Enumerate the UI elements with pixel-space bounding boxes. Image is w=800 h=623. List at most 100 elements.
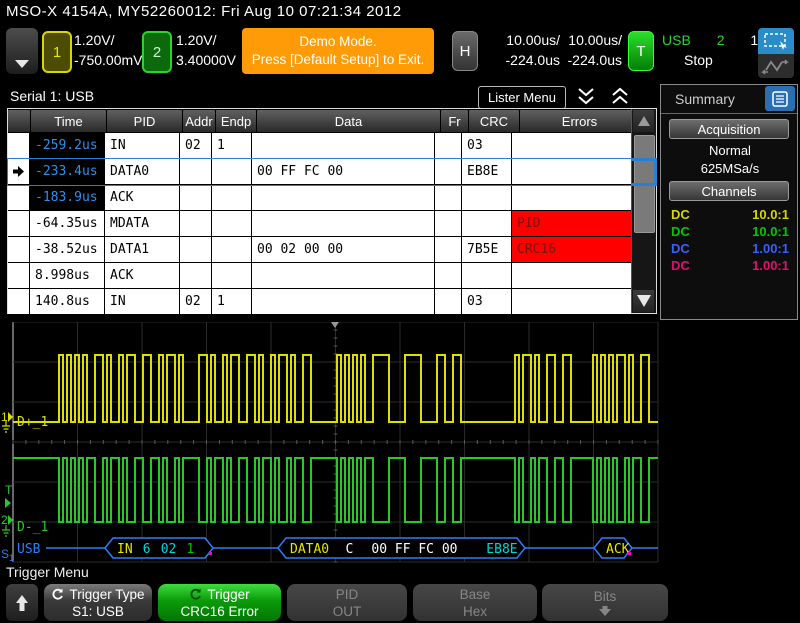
channel-2-reference-arrow xyxy=(8,515,13,525)
up-arrow-icon xyxy=(14,593,30,613)
softkey-label: PID xyxy=(336,586,359,603)
serial-marker: S1 xyxy=(1,547,14,563)
bubble-error-dot xyxy=(209,552,212,555)
bubble-field: C xyxy=(346,542,354,557)
lister-scrollbar[interactable] xyxy=(631,109,656,313)
row-marker-cell xyxy=(8,133,30,159)
trigger-arrow-icon xyxy=(5,498,11,508)
channel-1-readout: 1.20V/ -750.00mV xyxy=(74,30,142,70)
softkey-value: CRC16 Error xyxy=(180,603,258,620)
summary-tab-label: Summary xyxy=(675,91,735,107)
channel-coupling: DC xyxy=(671,224,690,241)
table-cell xyxy=(435,211,462,237)
trigger-level-marker: T xyxy=(5,483,13,497)
softkey-pid[interactable]: PID OUT xyxy=(287,584,407,621)
pan-zoom-button[interactable] xyxy=(758,54,794,78)
column-header: Endp xyxy=(216,110,256,132)
table-row[interactable]: -259.2usIN02103 xyxy=(8,133,656,159)
scrollbar-up-button[interactable] xyxy=(633,110,654,132)
table-cell: 140.8us xyxy=(30,289,105,315)
selection-rectangle-icon xyxy=(758,28,794,54)
softkey-label: Trigger xyxy=(207,586,249,603)
table-cell xyxy=(212,237,252,263)
bubble-field: 00 FF FC 00 xyxy=(371,542,457,557)
summary-tab[interactable]: Summary xyxy=(661,85,797,114)
table-cell: EB8E xyxy=(462,159,512,185)
table-cell xyxy=(512,289,631,315)
table-cell: ACK xyxy=(105,185,180,211)
column-header xyxy=(8,110,30,132)
main-menu-button[interactable] xyxy=(6,28,38,74)
run-state: Stop xyxy=(684,50,713,70)
softkey-menu-title: Trigger Menu xyxy=(6,564,89,580)
acquisition-mode: Normal xyxy=(661,143,799,158)
table-cell xyxy=(252,289,435,315)
column-header: Errors xyxy=(520,110,639,132)
table-cell: 00 FF FC 00 xyxy=(252,159,435,185)
table-row[interactable]: -64.35usMDATAPID xyxy=(8,211,656,237)
menu-up-button[interactable] xyxy=(6,584,38,621)
trigger-label: T xyxy=(636,43,645,60)
column-header: Data xyxy=(257,110,440,132)
demo-banner-line2: Press [Default Setup] to Exit. xyxy=(252,51,425,69)
lister-menu-button[interactable]: Lister Menu xyxy=(478,86,566,109)
table-cell xyxy=(180,211,212,237)
table-row[interactable]: -183.9usACK xyxy=(8,185,656,211)
timebase-scale-2: 10.00us/ xyxy=(566,30,622,50)
softkey-trigger-type[interactable]: Trigger Type S1: USB xyxy=(44,584,152,621)
softkey-base[interactable]: Base Hex xyxy=(413,584,537,621)
serial-bus-label: USB xyxy=(17,542,41,557)
horizontal-button[interactable]: H xyxy=(452,31,478,71)
table-row[interactable]: -233.4usDATA000 FF FC 00EB8E xyxy=(8,159,656,185)
timebase-scale: 10.00us/ xyxy=(484,30,560,50)
channel-probe-ratio: 1.00:1 xyxy=(752,241,789,258)
list-icon xyxy=(771,90,789,108)
table-cell xyxy=(435,289,462,315)
table-cell xyxy=(435,237,462,263)
trigger-button[interactable]: T xyxy=(628,31,654,71)
channel-1-button[interactable]: 1 xyxy=(42,31,72,73)
softkey-bits[interactable]: Bits xyxy=(542,584,668,621)
bubble-field: 6 xyxy=(143,542,151,557)
table-cell: MDATA xyxy=(105,211,180,237)
table-cell xyxy=(435,185,462,211)
channel-2-wave-label: D-_1 xyxy=(17,520,48,535)
table-cell xyxy=(462,263,512,289)
table-cell xyxy=(212,185,252,211)
channel-2-offset: 3.40000V xyxy=(176,50,236,70)
table-cell xyxy=(180,185,212,211)
current-row-arrow-icon xyxy=(8,159,30,185)
table-row[interactable]: 140.8usIN02103 xyxy=(8,289,656,315)
down-arrow-icon xyxy=(636,294,652,308)
softkey-trigger[interactable]: Trigger CRC16 Error xyxy=(158,584,281,621)
oscilloscope-screen: MSO-X 4154A, MY52260012: Fri Aug 10 07:2… xyxy=(0,0,800,623)
channel-2-button[interactable]: 2 xyxy=(142,31,172,73)
column-header: PID xyxy=(107,110,182,132)
waveform-plot[interactable]: D+_1D-_1USB1T2S1IN6021DATA0C00 FF FC 00E… xyxy=(0,322,660,563)
scrollbar-down-button[interactable] xyxy=(633,290,654,312)
timebase-delay-2: -224.0us xyxy=(566,50,622,70)
table-cell xyxy=(180,263,212,289)
table-cell xyxy=(512,159,631,185)
scroll-up-double-chevron[interactable] xyxy=(606,86,634,108)
lister-title: Serial 1: USB xyxy=(10,88,94,104)
row-marker-cell xyxy=(8,211,30,237)
zone-select-button[interactable] xyxy=(758,28,794,54)
row-marker-cell xyxy=(8,237,30,263)
rotate-knob-icon xyxy=(51,588,64,601)
chevron-down-icon xyxy=(15,60,29,68)
channel-2-vdiv: 1.20V/ xyxy=(176,30,236,50)
row-marker-cell xyxy=(8,185,30,211)
column-header: CRC xyxy=(469,110,519,132)
table-cell: 1 xyxy=(212,133,252,159)
down-arrow-icon xyxy=(596,605,614,617)
table-row[interactable]: 8.998usACK xyxy=(8,263,656,289)
channel-coupling: DC xyxy=(671,258,690,275)
channel-summary-row: DC10.0:1 xyxy=(671,207,789,224)
summary-menu-button[interactable] xyxy=(765,86,795,111)
table-row[interactable]: -38.52usDATA100 02 00 007B5ECRC16 xyxy=(8,237,656,263)
channel-summary-row: DC10.0:1 xyxy=(671,224,789,241)
channel-coupling: DC xyxy=(671,207,690,224)
table-cell xyxy=(252,263,435,289)
scroll-down-double-chevron[interactable] xyxy=(572,86,600,108)
